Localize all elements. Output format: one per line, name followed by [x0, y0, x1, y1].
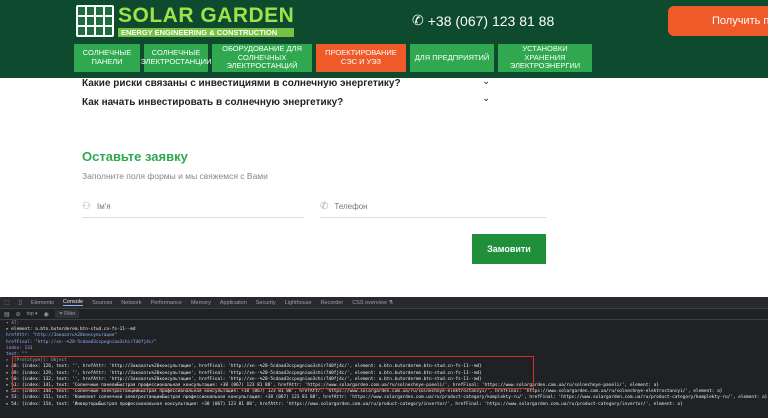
nav-item-2[interactable]: ОБОРУДОВАНИЕ ДЛЯ СОЛНЕЧНЫХ ЭЛЕКТРОСТАНЦИ… [212, 44, 312, 72]
submit-order-button[interactable]: Замовити [472, 234, 546, 264]
phone-number: +38 (067) 123 81 88 [427, 12, 555, 29]
site-header: SOLAR GARDEN ENERGY ENGINEERING & CONSTR… [0, 0, 768, 78]
console-line-text: hrefFinal: "http://xn--%20-5cdaad3ccpogn… [6, 339, 157, 345]
nav-item-3[interactable]: ПРОЕКТИРОВАНИЕ СЭС И УЭЗ [316, 44, 406, 72]
console-line-text: ▸ 48: {index: 126, text: '', hrefAttr: '… [6, 364, 482, 370]
devtools-tab-7[interactable]: Security [256, 300, 276, 306]
console-line-text: ▸ 51: {index: 141, text: 'Солнечные пане… [6, 383, 659, 389]
site-logo[interactable]: SOLAR GARDEN ENERGY ENGINEERING & CONSTR… [76, 3, 295, 38]
console-line-text: hrefAttr: "http://3акаазть%20консультаци… [6, 333, 118, 339]
console-line-text: text: "" [6, 352, 28, 358]
devtools-tab-10[interactable]: CSS overview ⚗ [352, 300, 393, 306]
console-toolbar: ▤ ⊘ top ▾ ◉ ⏷ Filter [0, 309, 768, 320]
filter-icon: ⏷ [58, 311, 63, 317]
nav-item-0[interactable]: СОЛНЕЧНЫЕ ПАНЕЛИ [74, 44, 140, 72]
page-root: SOLAR GARDEN ENERGY ENGINEERING & CONSTR… [0, 0, 768, 418]
phone-field[interactable]: ✆ Телефон [320, 196, 546, 218]
devtools-tabs: ⬚ ▯ Elements Console Sources Network Perform… [0, 297, 768, 309]
main-nav: СОЛНЕЧНЫЕ ПАНЕЛИ СОЛНЕЧНЫЕ ЭЛЕКТРОСТАНЦИИ… [74, 44, 768, 74]
device-toggle-icon[interactable]: ▯ [19, 299, 22, 306]
console-line-text: ▸ 53: {index: 151, text: 'Комплект солне… [6, 395, 768, 401]
phone-icon: ✆ [320, 201, 329, 212]
form-title: Оставьте заявку [82, 149, 188, 164]
console-line-text: index: 133 [6, 345, 33, 351]
console-filter-input[interactable]: ⏷ Filter [54, 310, 80, 318]
console-output: ▾ 47: ▸ element: a.btn.butorderem.btn-st… [0, 320, 768, 408]
console-line-text: ▸ 54: {index: 154, text: 'ИнверторыБыстр… [6, 401, 683, 407]
devtools-tab-1[interactable]: Console [62, 299, 84, 306]
devtools-tab-4[interactable]: Performance [150, 300, 182, 306]
phone-placeholder: Телефон [334, 202, 368, 211]
eye-icon[interactable]: ◉ [44, 311, 49, 318]
inspect-icon[interactable]: ⬚ [4, 299, 10, 306]
faq-question-start[interactable]: Как начать инвестировать в солнечную эне… [82, 97, 343, 108]
nav-item-4[interactable]: ДЛЯ ПРЕДПРИЯТИЙ [410, 44, 494, 72]
name-field[interactable]: ⚇ Ім'я [82, 196, 304, 218]
name-placeholder: Ім'я [96, 202, 111, 211]
solar-panel-icon [76, 5, 114, 37]
devtools-tab-2[interactable]: Sources [92, 300, 112, 306]
logo-subtitle: ENERGY ENGINEERING & CONSTRUCTION [118, 27, 295, 38]
console-line-text: ▸ 49: {index: 129, text: '', hrefAttr: '… [6, 370, 482, 376]
console-line[interactable]: ▸ 54: {index: 154, text: 'ИнверторыБыстр… [6, 402, 768, 408]
devtools-tab-3[interactable]: Network [121, 300, 141, 306]
console-line-text: ▸ element: a.btn.butorderem.btn-stud.cn-… [6, 327, 136, 333]
chevron-down-icon[interactable]: ⌄ [482, 93, 490, 104]
clear-console-icon[interactable]: ⊘ [16, 311, 21, 318]
devtools-tab-0[interactable]: Elements [31, 300, 54, 306]
sidebar-toggle-icon[interactable]: ▤ [4, 311, 10, 318]
phone-icon: ✆ [412, 12, 424, 28]
console-line-text: ▾ 47: [6, 321, 20, 326]
header-phone-link[interactable]: ✆ +38 (067) 123 81 88 [412, 12, 554, 29]
nav-item-5[interactable]: УСТАНОВКИ ХРАНЕНИЯ ЭЛЕКТРОЭНЕРГИИ [498, 44, 592, 72]
context-label: top [26, 311, 34, 317]
devtools-tab-5[interactable]: Memory [191, 300, 211, 306]
user-icon: ⚇ [82, 201, 91, 212]
form-subtitle: Заполните поля формы и мы свяжемся с Вам… [82, 171, 268, 181]
devtools-tab-8[interactable]: Lighthouse [285, 300, 312, 306]
chevron-down-icon[interactable]: ⌄ [482, 76, 490, 87]
context-selector[interactable]: top ▾ [27, 311, 38, 317]
logo-title: SOLAR GARDEN [118, 3, 295, 27]
get-consultation-button[interactable]: Получить по [668, 6, 768, 36]
faq-question-risks[interactable]: Какие риски связаны с инвестициями в сол… [82, 78, 401, 89]
devtools-panel: ⬚ ▯ Elements Console Sources Network Perform… [0, 297, 768, 418]
filter-placeholder: Filter [64, 311, 76, 317]
nav-item-1[interactable]: СОЛНЕЧНЫЕ ЭЛЕКТРОСТАНЦИИ [141, 44, 211, 72]
console-line-text: ▸ 50: {index: 132, text: '', hrefAttr: '… [6, 376, 482, 382]
console-line-text: ▸ [[Prototype]]: Object [6, 358, 67, 364]
devtools-tab-6[interactable]: Application [220, 300, 247, 306]
console-line-text: ▸ 52: {index: 144, text: 'Солнечные элек… [6, 389, 723, 395]
devtools-tab-9[interactable]: Recorder [321, 300, 344, 306]
